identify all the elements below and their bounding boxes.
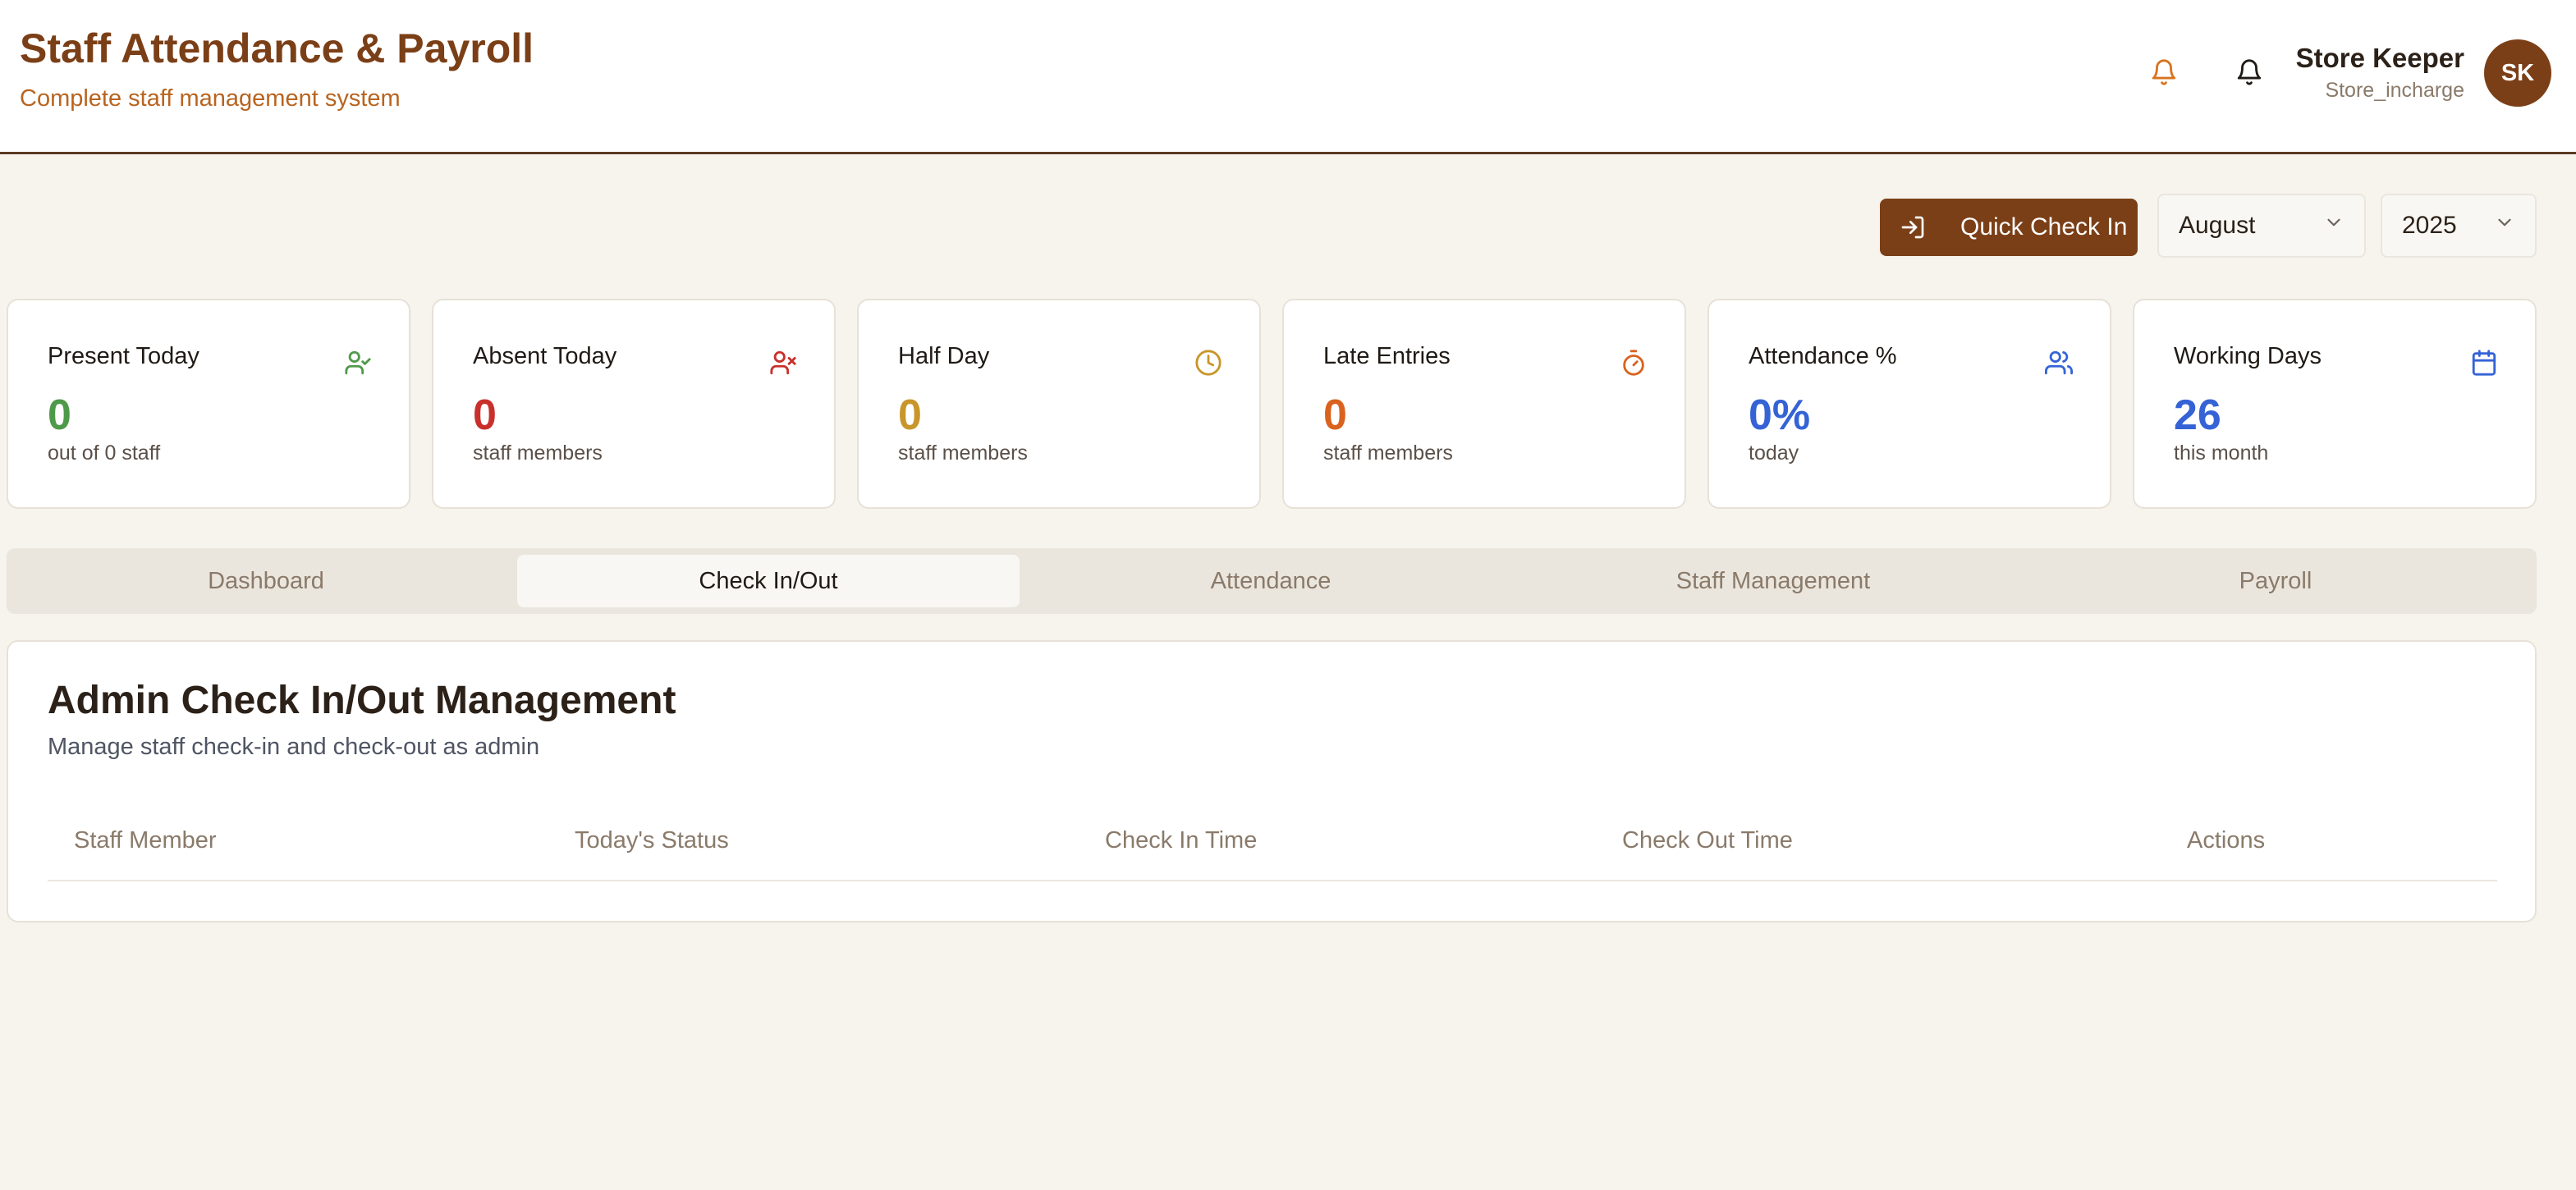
stat-card-late-entries: Late Entries 0 staff members bbox=[1282, 299, 1686, 509]
tab-bar: Dashboard Check In/Out Attendance Staff … bbox=[7, 548, 2537, 614]
stat-card-absent-today: Absent Today 0 staff members bbox=[432, 299, 836, 509]
quick-check-in-button[interactable]: Quick Check In bbox=[1880, 199, 2138, 256]
stat-card-present-today: Present Today 0 out of 0 staff bbox=[7, 299, 410, 509]
stat-caption: staff members bbox=[1323, 442, 1453, 465]
quick-check-in-label: Quick Check In bbox=[1960, 213, 2128, 240]
year-select[interactable]: 2025 bbox=[2381, 194, 2537, 258]
log-in-icon bbox=[1900, 211, 1932, 244]
chevron-down-icon bbox=[2323, 212, 2345, 240]
stat-caption: today bbox=[1749, 442, 1799, 465]
page-subtitle: Complete staff management system bbox=[20, 85, 401, 112]
stat-label: Working Days bbox=[2174, 343, 2322, 369]
stat-card-attendance-percent: Attendance % 0% today bbox=[1707, 299, 2111, 509]
stat-label: Absent Today bbox=[473, 343, 617, 369]
stat-caption: staff members bbox=[473, 442, 603, 465]
table-header-divider bbox=[48, 880, 2497, 881]
tab-staff-management[interactable]: Staff Management bbox=[1522, 555, 2024, 607]
panel-title: Admin Check In/Out Management bbox=[48, 679, 676, 722]
chevron-down-icon bbox=[2494, 212, 2515, 240]
stat-caption: staff members bbox=[898, 442, 1028, 465]
check-in-out-panel: Admin Check In/Out Management Manage sta… bbox=[7, 640, 2537, 922]
stat-label: Half Day bbox=[898, 343, 990, 369]
stat-caption: this month bbox=[2174, 442, 2269, 465]
stat-card-working-days: Working Days 26 this month bbox=[2133, 299, 2537, 509]
notification-bell-icon[interactable] bbox=[2147, 56, 2180, 89]
alerts-bell-icon[interactable] bbox=[2233, 56, 2266, 89]
user-name: Store Keeper bbox=[2295, 43, 2464, 73]
calendar-icon bbox=[2469, 348, 2499, 378]
avatar[interactable]: SK bbox=[2484, 39, 2551, 107]
app-header: Staff Attendance & Payroll Complete staf… bbox=[0, 0, 2576, 154]
tab-attendance[interactable]: Attendance bbox=[1020, 555, 1522, 607]
user-role: Store_incharge bbox=[2325, 79, 2464, 102]
stat-value: 0 bbox=[898, 391, 922, 439]
stat-label: Present Today bbox=[48, 343, 199, 369]
month-select[interactable]: August bbox=[2157, 194, 2366, 258]
year-value: 2025 bbox=[2402, 212, 2457, 239]
stat-value: 0 bbox=[48, 391, 71, 439]
stat-caption: out of 0 staff bbox=[48, 442, 161, 465]
stat-value: 0% bbox=[1749, 391, 1811, 439]
clock-icon bbox=[1194, 348, 1223, 378]
stat-value: 0 bbox=[473, 391, 497, 439]
month-value: August bbox=[2179, 212, 2256, 239]
stat-card-half-day: Half Day 0 staff members bbox=[857, 299, 1261, 509]
stat-value: 0 bbox=[1323, 391, 1347, 439]
users-icon bbox=[2044, 348, 2074, 378]
stat-value: 26 bbox=[2174, 391, 2221, 439]
panel-subtitle: Manage staff check-in and check-out as a… bbox=[48, 734, 540, 760]
user-x-icon bbox=[768, 348, 798, 378]
column-header-check-out-time: Check Out Time bbox=[1622, 827, 1793, 854]
tab-dashboard[interactable]: Dashboard bbox=[15, 555, 517, 607]
page-title: Staff Attendance & Payroll bbox=[20, 25, 534, 71]
stat-label: Attendance % bbox=[1749, 343, 1897, 369]
tab-payroll[interactable]: Payroll bbox=[2024, 555, 2527, 607]
timer-icon bbox=[1619, 348, 1648, 378]
tab-check-in-out[interactable]: Check In/Out bbox=[517, 555, 1020, 607]
stat-label: Late Entries bbox=[1323, 343, 1451, 369]
column-header-status: Today's Status bbox=[575, 827, 729, 854]
column-header-actions: Actions bbox=[2187, 827, 2266, 854]
column-header-staff-member: Staff Member bbox=[74, 827, 217, 854]
column-header-check-in-time: Check In Time bbox=[1105, 827, 1258, 854]
user-check-icon bbox=[343, 348, 373, 378]
